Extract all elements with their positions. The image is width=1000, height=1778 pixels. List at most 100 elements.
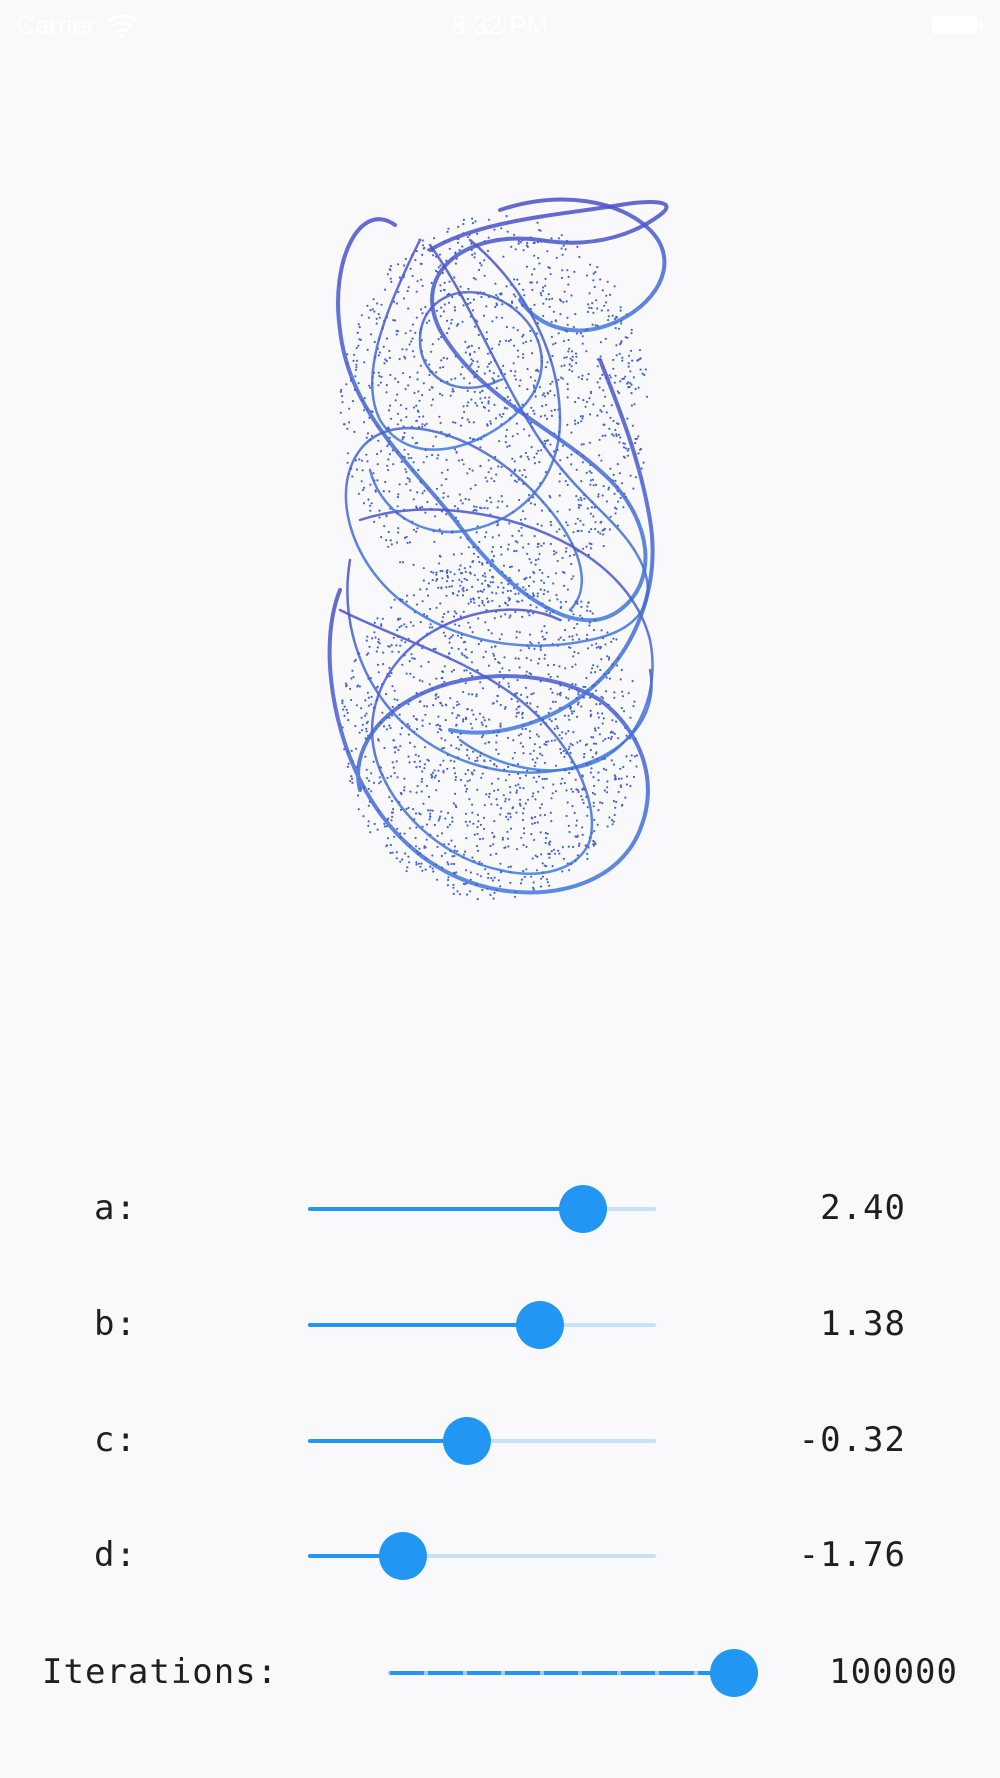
attractor-point bbox=[376, 828, 379, 831]
attractor-point bbox=[495, 765, 498, 768]
attractor-point bbox=[450, 839, 453, 842]
attractor-point bbox=[492, 380, 496, 384]
attractor-point bbox=[545, 743, 548, 747]
attractor-point bbox=[429, 350, 433, 353]
attractor-point bbox=[443, 281, 446, 284]
attractor-point bbox=[608, 816, 611, 819]
attractor-point bbox=[585, 400, 589, 404]
attractor-point bbox=[428, 388, 431, 391]
parameter-slider[interactable] bbox=[308, 1532, 656, 1580]
attractor-point bbox=[436, 271, 439, 274]
attractor-point bbox=[566, 588, 570, 591]
attractor-point bbox=[457, 590, 460, 593]
attractor-point bbox=[612, 434, 615, 437]
attractor-point bbox=[448, 433, 451, 436]
attractor-point bbox=[565, 240, 569, 243]
attractor-point bbox=[516, 763, 520, 766]
attractor-point bbox=[423, 767, 426, 770]
attractor-point bbox=[386, 776, 389, 780]
attractor-point bbox=[611, 663, 614, 666]
parameter-slider-active-track bbox=[308, 1207, 583, 1211]
attractor-point bbox=[584, 744, 588, 747]
parameter-slider-thumb[interactable] bbox=[558, 1185, 607, 1233]
attractor-point bbox=[589, 390, 593, 393]
iterations-slider-thumb[interactable] bbox=[710, 1649, 758, 1697]
attractor-point bbox=[467, 287, 470, 291]
attractor-point bbox=[549, 687, 552, 690]
attractor-point bbox=[401, 858, 404, 861]
attractor-point bbox=[582, 685, 585, 689]
attractor-point bbox=[405, 535, 408, 539]
attractor-point bbox=[491, 320, 494, 323]
attractor-point bbox=[522, 724, 525, 727]
attractor-point bbox=[384, 480, 387, 484]
attractor-point bbox=[349, 779, 352, 783]
attractor-point bbox=[381, 773, 384, 776]
attractor-point bbox=[572, 575, 575, 578]
attractor-point bbox=[568, 554, 572, 558]
parameter-slider-thumb[interactable] bbox=[379, 1532, 427, 1580]
attractor-point bbox=[560, 276, 564, 280]
attractor-point bbox=[453, 610, 456, 613]
attractor-point bbox=[576, 530, 579, 533]
attractor-point bbox=[508, 444, 511, 447]
attractor-point bbox=[494, 282, 497, 285]
attractor-point bbox=[399, 279, 402, 282]
attractor-point bbox=[536, 542, 540, 546]
parameter-slider-thumb[interactable] bbox=[443, 1417, 492, 1465]
attractor-point bbox=[531, 426, 534, 429]
attractor-point bbox=[530, 833, 533, 836]
parameter-slider-thumb[interactable] bbox=[516, 1301, 565, 1349]
parameter-slider[interactable] bbox=[308, 1417, 656, 1465]
attractor-point bbox=[487, 218, 491, 221]
attractor-point bbox=[521, 239, 524, 242]
parameter-slider[interactable] bbox=[308, 1185, 656, 1233]
parameter-slider[interactable] bbox=[308, 1301, 656, 1349]
attractor-point bbox=[595, 703, 598, 706]
attractor-point bbox=[469, 437, 472, 440]
attractor-point bbox=[488, 369, 491, 373]
attractor-point bbox=[550, 850, 553, 853]
attractor-point bbox=[569, 357, 572, 360]
attractor-point bbox=[554, 320, 558, 323]
attractor-point bbox=[387, 443, 390, 446]
attractor-point bbox=[521, 403, 524, 406]
attractor-point bbox=[370, 333, 373, 336]
attractor-point bbox=[522, 353, 525, 356]
attractor-point bbox=[433, 823, 436, 827]
attractor-point bbox=[372, 781, 376, 785]
attractor-point bbox=[600, 629, 603, 632]
attractor-point bbox=[526, 552, 529, 556]
attractor-point bbox=[565, 356, 568, 359]
attractor-point bbox=[377, 671, 380, 674]
attractor-point bbox=[430, 776, 433, 779]
attractor-point bbox=[362, 786, 366, 789]
attractor-point bbox=[597, 716, 601, 719]
attractor-point bbox=[615, 800, 618, 804]
attractor-point bbox=[564, 628, 567, 632]
attractor-point bbox=[462, 218, 465, 221]
attractor-point bbox=[450, 322, 453, 325]
attractor-point bbox=[499, 615, 503, 618]
attractor-point bbox=[577, 550, 580, 553]
attractor-point bbox=[417, 642, 420, 645]
attractor-point bbox=[469, 878, 472, 881]
attractor-point bbox=[385, 384, 388, 387]
attractor-point bbox=[477, 333, 480, 337]
attractor-point bbox=[362, 502, 365, 505]
attractor-point bbox=[479, 875, 482, 878]
attractor-point bbox=[498, 413, 501, 416]
iterations-slider[interactable] bbox=[386, 1649, 758, 1697]
attractor-point bbox=[587, 601, 590, 604]
attractor-point bbox=[557, 849, 560, 852]
attractor-point bbox=[556, 559, 559, 563]
attractor-point bbox=[482, 588, 486, 591]
attractor-point bbox=[446, 357, 449, 360]
attractor-point bbox=[371, 308, 374, 311]
attractor-point bbox=[497, 686, 500, 689]
attractor-point bbox=[547, 606, 550, 610]
attractor-point bbox=[452, 883, 455, 887]
attractor-point bbox=[354, 368, 358, 372]
attractor-point bbox=[450, 670, 453, 673]
attractor-point bbox=[521, 713, 524, 716]
